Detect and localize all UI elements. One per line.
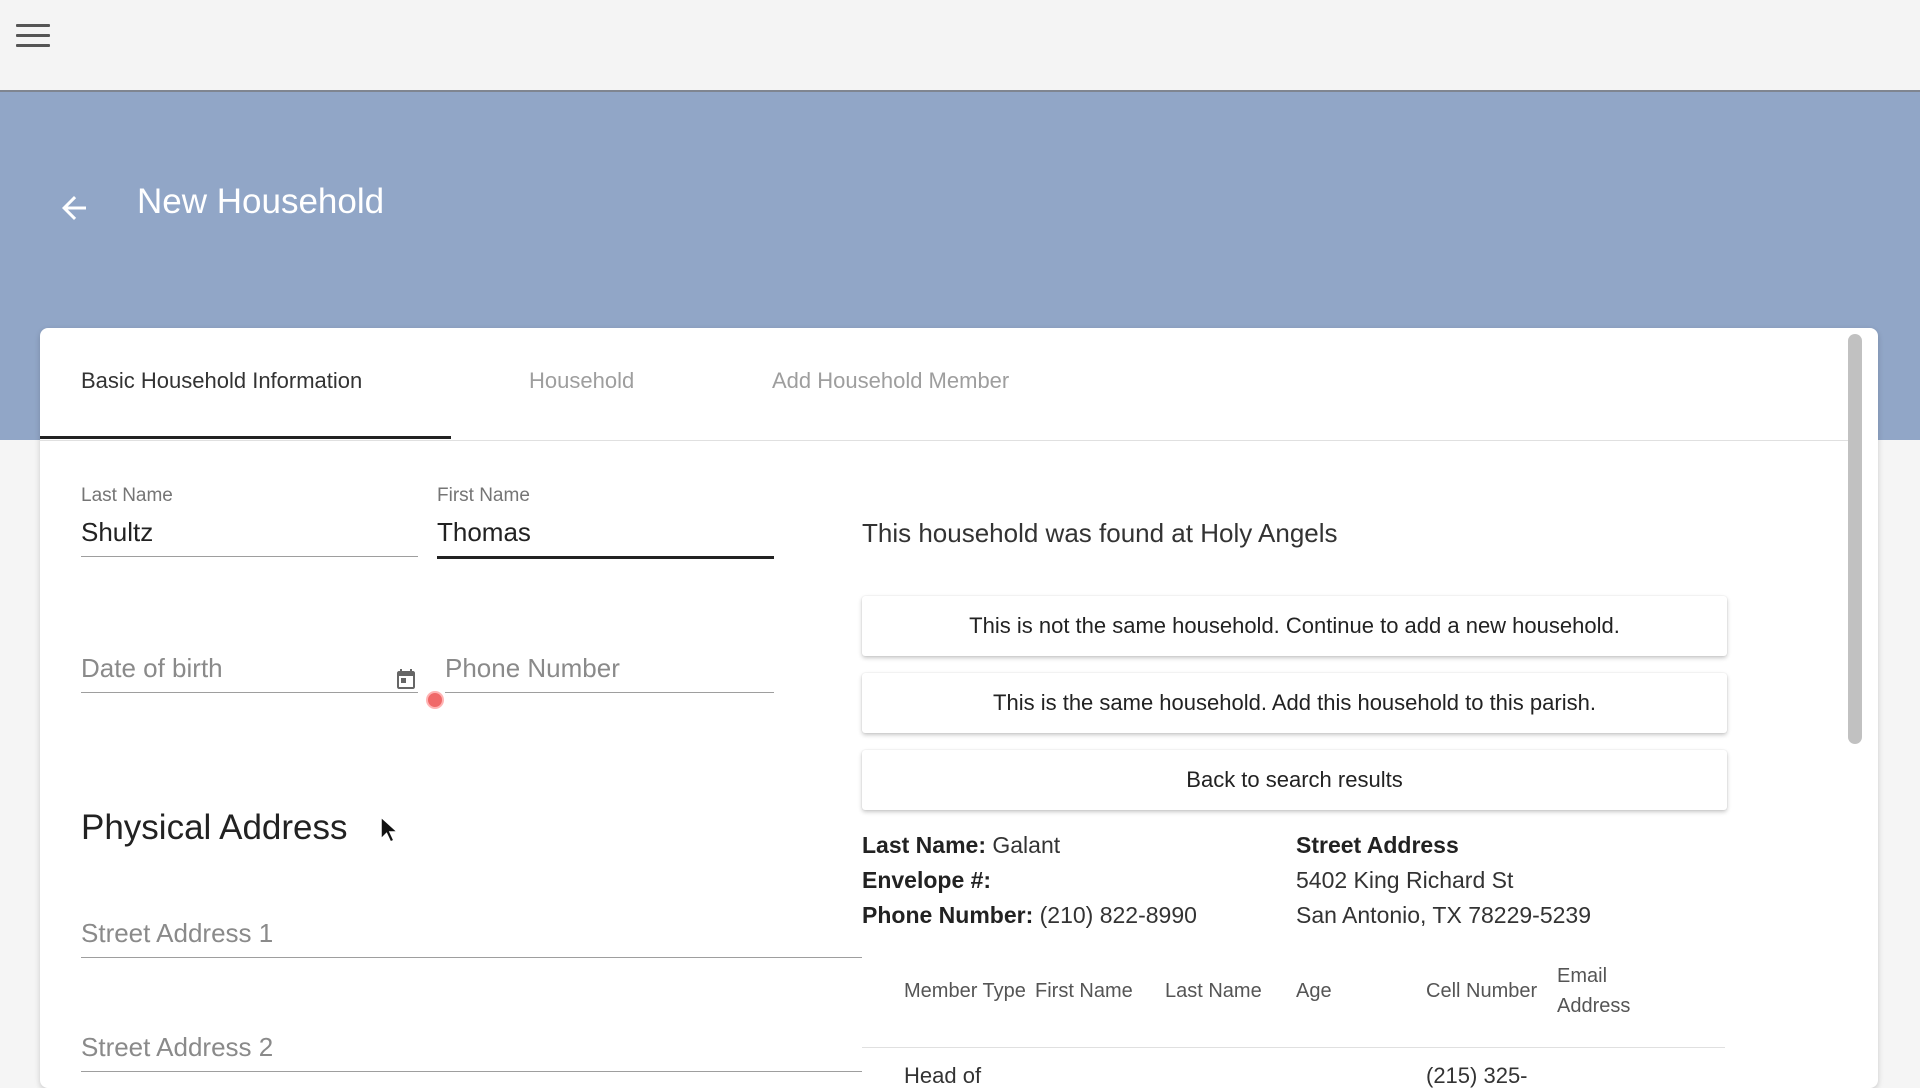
street-address-1-field: [81, 918, 862, 958]
mouse-pointer-icon: [380, 815, 400, 843]
match-street-label-text: Street Address: [1296, 832, 1459, 858]
scrollbar-thumb[interactable]: [1848, 334, 1862, 744]
last-name-field: Last Name: [81, 485, 418, 557]
table-header-email: Email: [1557, 965, 1608, 987]
table-header-member-type: Member Type: [904, 980, 1026, 1002]
street-address-2-input[interactable]: [81, 1032, 862, 1072]
top-app-bar: [0, 0, 1920, 92]
not-same-household-button[interactable]: This is not the same household. Continue…: [862, 596, 1727, 656]
date-of-birth-field: [81, 653, 418, 693]
tab-household[interactable]: Household: [529, 368, 634, 394]
page-title: New Household: [137, 182, 385, 221]
first-name-field: First Name: [437, 485, 774, 559]
active-tab-indicator: [40, 436, 451, 439]
table-header-last-name: Last Name: [1165, 980, 1262, 1002]
first-name-label: First Name: [437, 485, 530, 506]
table-cell-member-type: Head of: [904, 1063, 982, 1088]
arrow-left-icon[interactable]: [56, 190, 92, 226]
table-cell-cell-number: (215) 325-: [1426, 1063, 1528, 1088]
match-last-name-label: Last Name:: [862, 832, 986, 858]
same-household-button[interactable]: This is the same household. Add this hou…: [862, 673, 1727, 733]
tab-add-household-member[interactable]: Add Household Member: [772, 368, 1009, 394]
first-name-input[interactable]: [437, 517, 774, 559]
match-last-name-value: Galant: [992, 832, 1061, 858]
match-phone: Phone Number: (210) 822-8990: [862, 902, 1197, 929]
table-divider: [862, 1047, 1725, 1048]
match-phone-value: (210) 822-8990: [1039, 902, 1197, 928]
menu-icon[interactable]: [16, 24, 50, 50]
match-envelope-label: Envelope #:: [862, 867, 992, 893]
match-envelope: Envelope #:: [862, 867, 991, 894]
physical-address-heading: Physical Address: [81, 808, 348, 847]
table-header-address: Address: [1557, 995, 1631, 1017]
phone-number-field: [445, 653, 774, 693]
tab-bar: Basic Household Information Household Ad…: [40, 328, 1860, 441]
phone-number-input[interactable]: [445, 653, 774, 693]
household-found-message: This household was found at Holy Angels: [862, 518, 1338, 548]
table-header-first-name: First Name: [1035, 980, 1133, 1002]
match-street-label: Street Address: [1296, 832, 1459, 859]
table-header-cell-number: Cell Number: [1426, 980, 1538, 1002]
date-of-birth-input[interactable]: [81, 653, 418, 693]
tab-basic-household-information[interactable]: Basic Household Information: [81, 368, 362, 394]
match-street-line-2: San Antonio, TX 78229-5239: [1296, 902, 1591, 928]
match-last-name: Last Name: Galant: [862, 832, 1060, 859]
touch-indicator: [426, 691, 444, 709]
street-address-1-input[interactable]: [81, 918, 862, 958]
match-street-line-1: 5402 King Richard St: [1296, 867, 1514, 893]
calendar-icon[interactable]: [394, 667, 418, 691]
form-card: Basic Household Information Household Ad…: [40, 328, 1878, 1088]
back-to-search-results-button[interactable]: Back to search results: [862, 750, 1727, 810]
street-address-2-field: [81, 1032, 862, 1072]
table-header-age: Age: [1296, 980, 1332, 1002]
last-name-input[interactable]: [81, 517, 418, 557]
match-phone-label: Phone Number:: [862, 902, 1034, 928]
last-name-label: Last Name: [81, 485, 173, 506]
